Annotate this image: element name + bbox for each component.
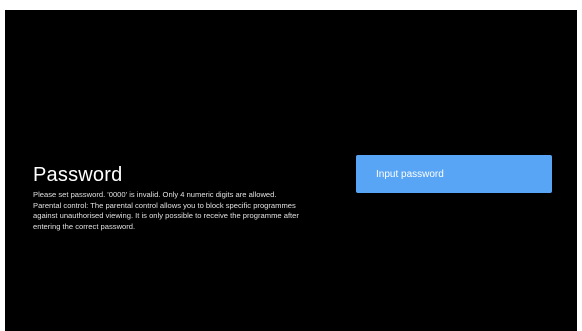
page-title: Password (33, 164, 123, 186)
tv-screen: Password Please set password. '0000' is … (5, 10, 577, 331)
description-text: Please set password. '0000' is invalid. … (33, 190, 348, 232)
input-password-button[interactable]: Input password (356, 155, 552, 193)
description-line: Please set password. '0000' is invalid. … (33, 190, 277, 199)
description-line: Parental control: The parental control a… (33, 200, 296, 210)
description-line: against unauthorised viewing. It is only… (33, 211, 299, 221)
password-info-panel: Password Please set password. '0000' is … (33, 163, 348, 232)
input-password-label: Input password (376, 168, 444, 180)
description-line: entering the correct password. (33, 221, 136, 231)
